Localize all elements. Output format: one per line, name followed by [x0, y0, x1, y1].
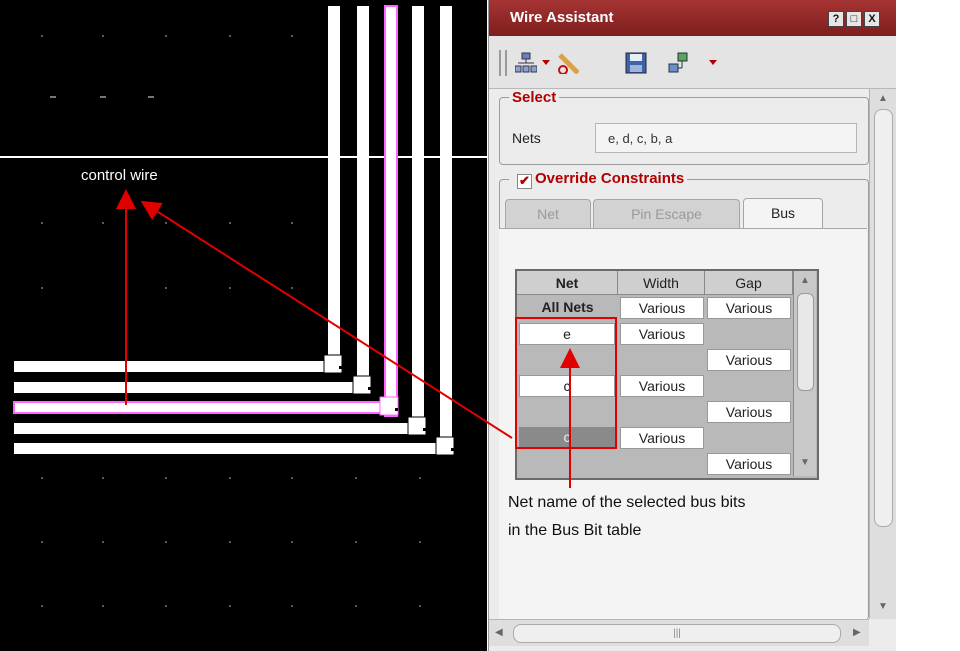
annotation-text: Net name of the selected bus bits in the…: [508, 489, 838, 545]
annotation-line-2: in the Bus Bit table: [508, 522, 642, 539]
arrow-to-label-diagonal: [140, 200, 513, 439]
annotation-line-1: Net name of the selected bus bits: [508, 494, 746, 511]
net-column-highlight: [515, 317, 617, 449]
annotation-overlay: [116, 189, 617, 488]
